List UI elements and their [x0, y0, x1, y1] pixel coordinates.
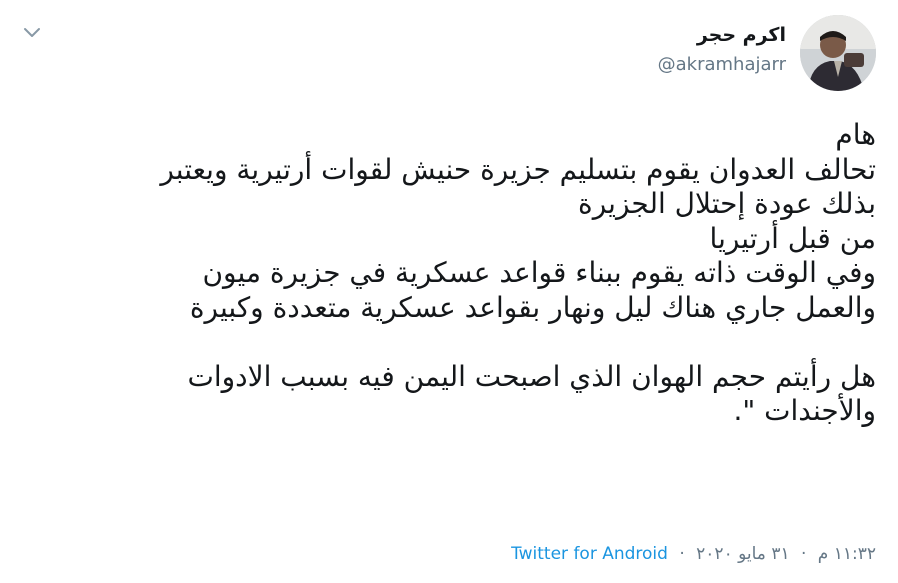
avatar[interactable] [800, 15, 876, 91]
tweet-line: من قبل أرتيريا [709, 221, 876, 255]
chevron-down-icon[interactable] [22, 22, 42, 42]
author-block: اكرم حجر @akramhajarr [658, 22, 786, 78]
tweet-line: والعمل جاري هناك ليل ونهار بقواعد عسكرية… [189, 290, 876, 324]
tweet-line [20, 325, 876, 360]
meta-separator: · [800, 544, 807, 564]
tweet-line: والأجندات ". [733, 394, 876, 427]
tweet-line: هام [835, 118, 876, 151]
tweet-card: اكرم حجر @akramhajarr هام تحالف العدوان … [0, 0, 898, 583]
tweet-date[interactable]: ٣١ مايو ٢٠٢٠ [696, 544, 789, 564]
tweet-line: تحالف العدوان يقوم بتسليم جزيرة حنيش لقو… [160, 152, 876, 186]
tweet-meta: ١١:٣٢ م · ٣١ مايو ٢٠٢٠ · Twitter for And… [511, 544, 876, 564]
author-handle[interactable]: @akramhajarr [658, 52, 786, 78]
tweet-source-link[interactable]: Twitter for Android [511, 544, 668, 564]
tweet-line: وفي الوقت ذاته يقوم ببناء قواعد عسكرية ف… [202, 256, 876, 289]
tweet-text: هام تحالف العدوان يقوم بتسليم جزيرة حنيش… [20, 118, 876, 429]
tweet-line: بذلك عودة إحتلال الجزيرة [578, 187, 876, 220]
meta-separator: · [679, 544, 685, 564]
tweet-line: هل رأيتم حجم الهوان الذي اصبحت اليمن فيه… [187, 359, 877, 393]
tweet-time[interactable]: ١١:٣٢ م [818, 544, 876, 564]
author-name[interactable]: اكرم حجر [658, 22, 786, 48]
